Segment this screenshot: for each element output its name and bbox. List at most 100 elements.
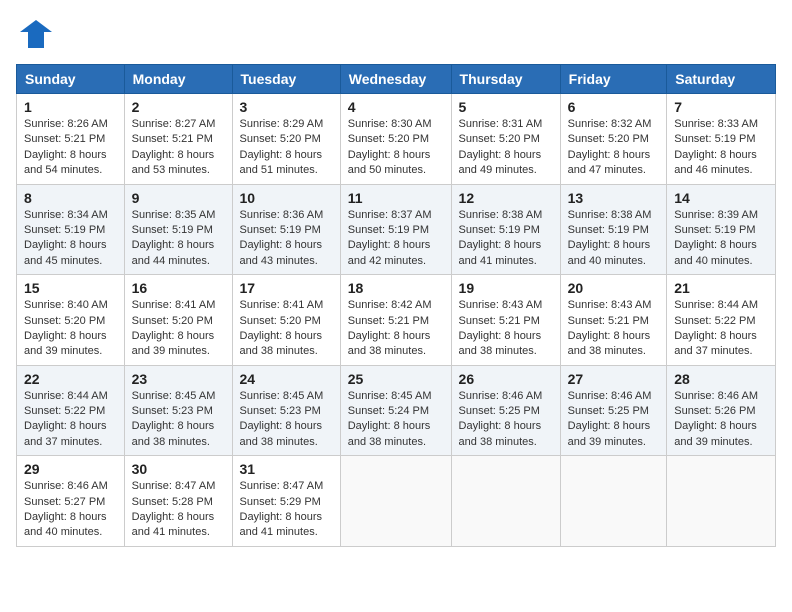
day-number: 30: [132, 461, 225, 477]
calendar-cell: 8 Sunrise: 8:34 AMSunset: 5:19 PMDaylight…: [17, 184, 125, 275]
day-info: Sunrise: 8:45 AMSunset: 5:23 PMDaylight:…: [132, 390, 216, 448]
logo: [16, 16, 58, 52]
day-number: 20: [568, 280, 660, 296]
day-info: Sunrise: 8:26 AMSunset: 5:21 PMDaylight:…: [24, 118, 108, 176]
calendar-week-row: 29 Sunrise: 8:46 AMSunset: 5:27 PMDayligh…: [17, 456, 776, 547]
day-number: 18: [348, 280, 444, 296]
day-info: Sunrise: 8:29 AMSunset: 5:20 PMDaylight:…: [240, 118, 324, 176]
calendar-cell: 24 Sunrise: 8:45 AMSunset: 5:23 PMDayligh…: [232, 365, 340, 456]
calendar-cell: 15 Sunrise: 8:40 AMSunset: 5:20 PMDayligh…: [17, 275, 125, 366]
calendar-cell: 7Sunrise: 8:33 AMSunset: 5:19 PMDaylight…: [667, 94, 776, 185]
calendar-cell: 14 Sunrise: 8:39 AMSunset: 5:19 PMDayligh…: [667, 184, 776, 275]
day-info: Sunrise: 8:46 AMSunset: 5:25 PMDaylight:…: [568, 390, 652, 448]
day-info: Sunrise: 8:47 AMSunset: 5:28 PMDaylight:…: [132, 480, 216, 538]
weekday-header: Sunday: [17, 65, 125, 94]
day-number: 24: [240, 371, 333, 387]
day-number: 29: [24, 461, 117, 477]
day-info: Sunrise: 8:37 AMSunset: 5:19 PMDaylight:…: [348, 209, 432, 267]
day-info: Sunrise: 8:31 AMSunset: 5:20 PMDaylight:…: [459, 118, 543, 176]
day-info: Sunrise: 8:36 AMSunset: 5:19 PMDaylight:…: [240, 209, 324, 267]
day-number: 10: [240, 190, 333, 206]
calendar-week-row: 15 Sunrise: 8:40 AMSunset: 5:20 PMDayligh…: [17, 275, 776, 366]
calendar-cell: 12 Sunrise: 8:38 AMSunset: 5:19 PMDayligh…: [451, 184, 560, 275]
day-number: 31: [240, 461, 333, 477]
day-number: 8: [24, 190, 117, 206]
weekday-header: Monday: [124, 65, 232, 94]
day-number: 3: [240, 99, 333, 115]
day-number: 15: [24, 280, 117, 296]
calendar-cell: 19Sunrise: 8:43 AMSunset: 5:21 PMDayligh…: [451, 275, 560, 366]
calendar-cell: 31 Sunrise: 8:47 AMSunset: 5:29 PMDayligh…: [232, 456, 340, 547]
calendar-cell: 2 Sunrise: 8:27 AMSunset: 5:21 PMDaylight…: [124, 94, 232, 185]
calendar-cell: 28 Sunrise: 8:46 AMSunset: 5:26 PMDayligh…: [667, 365, 776, 456]
day-info: Sunrise: 8:44 AMSunset: 5:22 PMDaylight:…: [24, 390, 108, 448]
calendar-cell: 17 Sunrise: 8:41 AMSunset: 5:20 PMDayligh…: [232, 275, 340, 366]
day-number: 16: [132, 280, 225, 296]
day-number: 23: [132, 371, 225, 387]
day-info: Sunrise: 8:32 AMSunset: 5:20 PMDaylight:…: [568, 118, 652, 176]
logo-icon: [16, 16, 52, 52]
calendar-cell: 21Sunrise: 8:44 AMSunset: 5:22 PMDayligh…: [667, 275, 776, 366]
calendar: SundayMondayTuesdayWednesdayThursdayFrid…: [16, 64, 776, 547]
calendar-header-row: SundayMondayTuesdayWednesdayThursdayFrid…: [17, 65, 776, 94]
calendar-cell: 26Sunrise: 8:46 AMSunset: 5:25 PMDayligh…: [451, 365, 560, 456]
day-number: 14: [674, 190, 768, 206]
calendar-body: 1 Sunrise: 8:26 AMSunset: 5:21 PMDaylight…: [17, 94, 776, 547]
calendar-cell: 30 Sunrise: 8:47 AMSunset: 5:28 PMDayligh…: [124, 456, 232, 547]
calendar-cell: 25Sunrise: 8:45 AMSunset: 5:24 PMDayligh…: [340, 365, 451, 456]
calendar-cell: 16 Sunrise: 8:41 AMSunset: 5:20 PMDayligh…: [124, 275, 232, 366]
calendar-cell: 6 Sunrise: 8:32 AMSunset: 5:20 PMDaylight…: [560, 94, 667, 185]
day-number: 11: [348, 190, 444, 206]
calendar-cell: 23 Sunrise: 8:45 AMSunset: 5:23 PMDayligh…: [124, 365, 232, 456]
weekday-header: Tuesday: [232, 65, 340, 94]
calendar-week-row: 22Sunrise: 8:44 AMSunset: 5:22 PMDayligh…: [17, 365, 776, 456]
day-number: 21: [674, 280, 768, 296]
day-info: Sunrise: 8:46 AMSunset: 5:25 PMDaylight:…: [459, 390, 543, 448]
day-info: Sunrise: 8:45 AMSunset: 5:23 PMDaylight:…: [240, 390, 324, 448]
calendar-cell: 20 Sunrise: 8:43 AMSunset: 5:21 PMDayligh…: [560, 275, 667, 366]
day-number: 27: [568, 371, 660, 387]
day-number: 5: [459, 99, 553, 115]
day-info: Sunrise: 8:42 AMSunset: 5:21 PMDaylight:…: [348, 299, 432, 357]
day-number: 4: [348, 99, 444, 115]
day-info: Sunrise: 8:27 AMSunset: 5:21 PMDaylight:…: [132, 118, 216, 176]
day-info: Sunrise: 8:38 AMSunset: 5:19 PMDaylight:…: [459, 209, 543, 267]
day-info: Sunrise: 8:34 AMSunset: 5:19 PMDaylight:…: [24, 209, 108, 267]
day-info: Sunrise: 8:43 AMSunset: 5:21 PMDaylight:…: [568, 299, 652, 357]
day-number: 1: [24, 99, 117, 115]
calendar-cell: [667, 456, 776, 547]
page-header: [16, 16, 776, 52]
day-number: 13: [568, 190, 660, 206]
day-info: Sunrise: 8:41 AMSunset: 5:20 PMDaylight:…: [132, 299, 216, 357]
calendar-cell: [451, 456, 560, 547]
calendar-cell: 27 Sunrise: 8:46 AMSunset: 5:25 PMDayligh…: [560, 365, 667, 456]
day-info: Sunrise: 8:46 AMSunset: 5:27 PMDaylight:…: [24, 480, 108, 538]
weekday-header: Saturday: [667, 65, 776, 94]
day-number: 17: [240, 280, 333, 296]
calendar-cell: 22Sunrise: 8:44 AMSunset: 5:22 PMDayligh…: [17, 365, 125, 456]
day-info: Sunrise: 8:40 AMSunset: 5:20 PMDaylight:…: [24, 299, 108, 357]
day-info: Sunrise: 8:41 AMSunset: 5:20 PMDaylight:…: [240, 299, 324, 357]
calendar-cell: 5 Sunrise: 8:31 AMSunset: 5:20 PMDaylight…: [451, 94, 560, 185]
calendar-cell: 10 Sunrise: 8:36 AMSunset: 5:19 PMDayligh…: [232, 184, 340, 275]
day-info: Sunrise: 8:35 AMSunset: 5:19 PMDaylight:…: [132, 209, 216, 267]
day-info: Sunrise: 8:46 AMSunset: 5:26 PMDaylight:…: [674, 390, 758, 448]
calendar-cell: 18 Sunrise: 8:42 AMSunset: 5:21 PMDayligh…: [340, 275, 451, 366]
day-info: Sunrise: 8:43 AMSunset: 5:21 PMDaylight:…: [459, 299, 543, 357]
day-number: 28: [674, 371, 768, 387]
weekday-header: Friday: [560, 65, 667, 94]
day-info: Sunrise: 8:47 AMSunset: 5:29 PMDaylight:…: [240, 480, 324, 538]
calendar-cell: 11 Sunrise: 8:37 AMSunset: 5:19 PMDayligh…: [340, 184, 451, 275]
day-number: 6: [568, 99, 660, 115]
calendar-cell: 29 Sunrise: 8:46 AMSunset: 5:27 PMDayligh…: [17, 456, 125, 547]
day-number: 12: [459, 190, 553, 206]
day-number: 2: [132, 99, 225, 115]
day-number: 7: [674, 99, 768, 115]
weekday-header: Thursday: [451, 65, 560, 94]
calendar-cell: 9Sunrise: 8:35 AMSunset: 5:19 PMDaylight…: [124, 184, 232, 275]
day-info: Sunrise: 8:45 AMSunset: 5:24 PMDaylight:…: [348, 390, 432, 448]
calendar-week-row: 8 Sunrise: 8:34 AMSunset: 5:19 PMDaylight…: [17, 184, 776, 275]
day-info: Sunrise: 8:39 AMSunset: 5:19 PMDaylight:…: [674, 209, 758, 267]
calendar-cell: [560, 456, 667, 547]
calendar-cell: [340, 456, 451, 547]
